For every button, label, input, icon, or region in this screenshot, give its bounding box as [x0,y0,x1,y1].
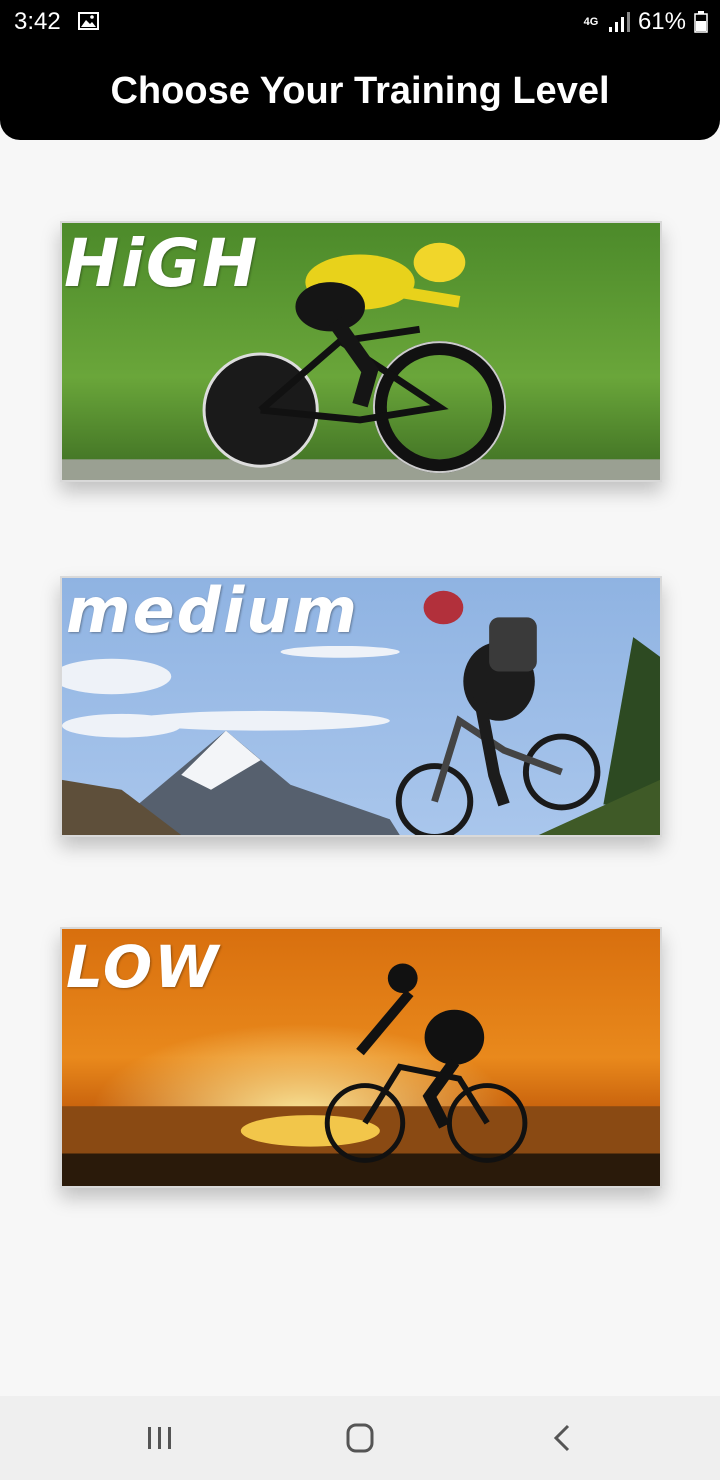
status-indicators: 4G 61% [582,8,708,36]
level-label-medium: medium [66,576,360,647]
system-nav-bar [0,1396,720,1480]
level-card-high[interactable]: HiGH [60,221,662,482]
status-time: 3:42 [14,8,61,35]
battery-icon [694,11,708,33]
level-card-low[interactable]: LOW [60,927,662,1188]
home-icon[interactable] [340,1418,380,1458]
level-card-medium[interactable]: medium [60,576,662,837]
level-label-high: HiGH [64,225,260,302]
recent-apps-icon[interactable] [140,1418,180,1458]
status-bar: 3:42 4G 61% [0,0,720,44]
gallery-icon [78,12,99,30]
signal-icon [608,12,630,32]
app-bar: Choose Your Training Level [0,44,720,140]
battery-percent: 61% [637,8,686,35]
network-type: 4G [583,15,599,28]
page-title: Choose Your Training Level [110,70,610,112]
back-icon[interactable] [544,1418,584,1458]
level-label-low: LOW [66,933,221,1001]
